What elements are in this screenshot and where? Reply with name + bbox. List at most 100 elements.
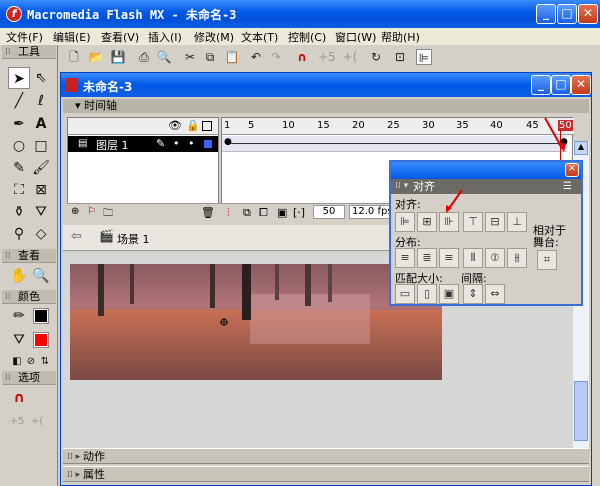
- swap-colors-icon[interactable]: ⇅: [34, 351, 56, 373]
- delete-layer-icon[interactable]: 🗑: [201, 206, 215, 219]
- minimize-button[interactable]: _: [536, 4, 556, 24]
- onion-outline-icon[interactable]: ⧠: [259, 206, 268, 220]
- brush-tool-icon[interactable]: 🖌: [30, 157, 52, 179]
- print-preview-icon[interactable]: 🔍: [156, 49, 172, 65]
- edit-multiple-icon[interactable]: ▣: [277, 206, 287, 219]
- flash-icon[interactable]: f: [6, 6, 22, 22]
- space-horizontal-icon[interactable]: ⇔: [485, 284, 505, 304]
- smooth-icon[interactable]: +5: [318, 49, 336, 65]
- align-right-icon[interactable]: ⊪: [439, 212, 459, 232]
- snap-magnet-icon[interactable]: ∩: [8, 387, 30, 409]
- center-frame-icon[interactable]: ⫶: [227, 206, 230, 220]
- add-folder-icon[interactable]: 🗀: [103, 206, 113, 223]
- menu-text[interactable]: 文本(T): [241, 29, 278, 45]
- align-bottom-icon[interactable]: ⊥: [507, 212, 527, 232]
- eraser-icon[interactable]: ◇: [30, 223, 52, 245]
- open-folder-icon[interactable]: 📂: [88, 49, 104, 65]
- pencil-tool-icon[interactable]: ✎: [8, 157, 30, 179]
- ink-bottle-icon[interactable]: ⚱: [8, 201, 30, 223]
- properties-panel-bar[interactable]: 属性: [63, 466, 589, 483]
- maximize-button[interactable]: □: [557, 4, 577, 24]
- fill-color-swatch[interactable]: [33, 332, 49, 348]
- snap-magnet-icon[interactable]: ∩: [294, 49, 310, 65]
- menu-file[interactable]: 文件(F): [6, 29, 43, 45]
- zoom-tool-icon[interactable]: 🔍: [30, 265, 52, 287]
- forest-photo[interactable]: [70, 264, 442, 380]
- distribute-left-icon[interactable]: ⫴: [463, 248, 483, 268]
- straighten-icon[interactable]: +(: [342, 49, 358, 65]
- eyedropper-icon[interactable]: ⚲: [8, 223, 30, 245]
- fill-transform-icon[interactable]: ⊠: [30, 179, 52, 201]
- outline-icon[interactable]: [202, 121, 212, 131]
- menu-control[interactable]: 控制(C): [288, 29, 326, 45]
- modify-markers-icon[interactable]: [·]: [293, 206, 305, 219]
- onion-skin-icon[interactable]: ⧉: [243, 206, 251, 220]
- align-hcenter-icon[interactable]: ⊞: [417, 212, 437, 232]
- menu-edit[interactable]: 编辑(E): [53, 29, 91, 45]
- menu-window[interactable]: 窗口(W): [335, 29, 376, 45]
- back-arrow-icon[interactable]: ⇦: [71, 229, 82, 244]
- menu-view[interactable]: 查看(V): [101, 29, 139, 45]
- distribute-top-icon[interactable]: ≡: [395, 248, 415, 268]
- distribute-vcenter-icon[interactable]: ≣: [417, 248, 437, 268]
- pen-tool-icon[interactable]: ✒: [8, 113, 30, 135]
- scroll-thumb[interactable]: [574, 381, 588, 441]
- subselect-tool-icon[interactable]: ⇖: [30, 67, 52, 89]
- align-panel-close-button[interactable]: ✕: [565, 163, 579, 177]
- smooth-option-icon[interactable]: +5: [6, 411, 28, 433]
- frame-ruler[interactable]: 1 5 10 15 20 25 30 35 40 45 50: [222, 118, 574, 135]
- relative-to-stage-icon[interactable]: ⌗: [537, 250, 557, 270]
- paint-bucket-icon[interactable]: ⛛: [30, 201, 52, 223]
- scroll-up-arrow[interactable]: ▲: [574, 141, 588, 155]
- lock-icon[interactable]: 🔒: [186, 119, 200, 132]
- panel-menu-icon[interactable]: ☰: [563, 179, 572, 194]
- doc-close-button[interactable]: ✕: [571, 75, 591, 95]
- align-top-icon[interactable]: ⊤: [463, 212, 483, 232]
- visibility-dot[interactable]: •: [173, 137, 180, 150]
- rectangle-tool-icon[interactable]: □: [30, 135, 52, 157]
- doc-maximize-button[interactable]: □: [551, 75, 571, 95]
- add-guide-icon[interactable]: ⚐: [87, 206, 96, 217]
- layer-color-icon[interactable]: [204, 140, 212, 148]
- match-height-icon[interactable]: ▯: [417, 284, 437, 304]
- align-icon[interactable]: ⊫: [416, 49, 432, 65]
- menu-help[interactable]: 帮助(H): [381, 29, 420, 45]
- print-icon[interactable]: ⎙: [136, 49, 152, 65]
- stroke-color-icon[interactable]: ✏: [8, 305, 30, 327]
- tween-frames[interactable]: ● ●: [222, 136, 568, 152]
- cut-icon[interactable]: ✂: [182, 49, 198, 65]
- close-button[interactable]: ✕: [578, 4, 598, 24]
- arrow-tool-icon[interactable]: ➤: [8, 67, 30, 89]
- free-transform-icon[interactable]: ⛶: [8, 179, 30, 201]
- scale-icon[interactable]: ⊡: [392, 49, 408, 65]
- actions-panel-bar[interactable]: 动作: [63, 448, 589, 465]
- match-both-icon[interactable]: ▣: [439, 284, 459, 304]
- align-left-icon[interactable]: ⊫: [395, 212, 415, 232]
- distribute-right-icon[interactable]: ⫵: [507, 248, 527, 268]
- undo-icon[interactable]: ↶: [248, 49, 264, 65]
- paste-icon[interactable]: 📋: [224, 49, 240, 65]
- copy-icon[interactable]: ⧉: [202, 49, 218, 65]
- fill-color-icon[interactable]: ⛛: [8, 329, 30, 351]
- oval-tool-icon[interactable]: ○: [8, 135, 30, 157]
- straighten-option-icon[interactable]: +(: [26, 411, 48, 433]
- timeline-header[interactable]: ▾ 时间轴: [63, 99, 589, 113]
- add-layer-icon[interactable]: ⊕: [71, 206, 79, 217]
- doc-minimize-button[interactable]: _: [531, 75, 551, 95]
- menu-insert[interactable]: 插入(I): [148, 29, 182, 45]
- match-width-icon[interactable]: ▭: [395, 284, 415, 304]
- distribute-hcenter-icon[interactable]: ⦶: [485, 248, 505, 268]
- stroke-color-swatch[interactable]: [33, 308, 49, 324]
- align-vcenter-icon[interactable]: ⊟: [485, 212, 505, 232]
- save-icon[interactable]: 💾: [110, 49, 126, 65]
- text-tool-icon[interactable]: A: [30, 113, 52, 135]
- eye-icon[interactable]: 👁: [168, 119, 182, 132]
- line-tool-icon[interactable]: ╱: [8, 90, 30, 112]
- menu-modify[interactable]: 修改(M): [194, 29, 234, 45]
- scene-label[interactable]: 场景 1: [117, 231, 150, 247]
- new-file-icon[interactable]: 🗋: [66, 49, 82, 65]
- hand-tool-icon[interactable]: ✋: [8, 265, 30, 287]
- lock-dot[interactable]: •: [188, 137, 195, 150]
- layer-row[interactable]: ▤ 图层 1 ✎ • •: [68, 136, 218, 152]
- lasso-tool-icon[interactable]: ℓ: [30, 90, 52, 112]
